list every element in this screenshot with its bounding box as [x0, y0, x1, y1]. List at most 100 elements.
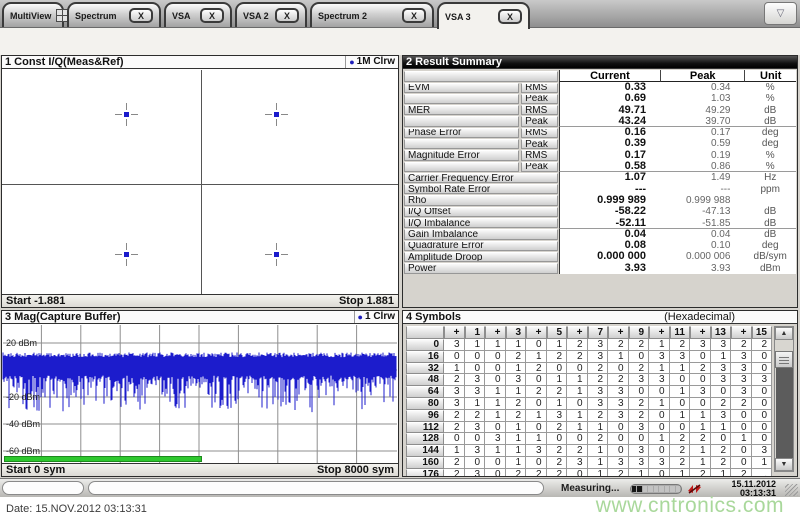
symbol-value-cell: 3: [608, 386, 629, 398]
symbol-value-cell: 0: [567, 362, 588, 375]
symbol-value-cell: 0: [731, 409, 752, 422]
symbol-value-cell: 3: [567, 456, 588, 469]
symbol-value-cell: 3: [710, 362, 731, 375]
param-sub-cell: Peak: [521, 116, 558, 127]
tab-overflow-button[interactable]: ▽: [764, 2, 797, 25]
symbol-value-cell: 0: [464, 456, 485, 469]
symbols-corner-cell: [406, 326, 444, 339]
symbols-row-64: 64 3 3 1 1 2 2 1 3 3 0 0 1 3 0 3 0: [406, 386, 772, 398]
param-sub-cell: RMS: [521, 150, 558, 161]
tab-label: VSA 3: [445, 11, 471, 22]
result-row-phase-error: Phase Error RMS 0.16 0.17 deg: [403, 126, 797, 139]
symbol-value-cell: 0: [485, 468, 506, 476]
symbol-value-cell: 1: [505, 433, 526, 446]
mag-graph[interactable]: 20 dBm -20 dBm -40 dBm -60 dBm: [2, 325, 398, 464]
tab-close-button[interactable]: X: [275, 8, 299, 23]
progress-segment: [653, 486, 659, 492]
trace-dot-icon: ●: [349, 56, 355, 67]
symbol-value-cell: 3: [464, 374, 485, 387]
result-summary-titlebar[interactable]: 2 Result Summary: [403, 56, 797, 69]
symbol-value-cell: 0: [546, 362, 567, 375]
symbol-value-cell: 0: [608, 433, 629, 446]
scrollbar-track[interactable]: [776, 368, 793, 458]
symbol-value-cell: 0: [731, 445, 752, 457]
symbols-row-32: 32 1 0 0 1 2 0 0 2 0 2 1 1 2 3 3 0: [406, 362, 772, 375]
symbols-table: +1 +3 +5 +7 +9 +11 +13 +15 0 3 1 1 1 0 1 2 3 2 2 1 2 3 3 2 2 16 0 0…: [406, 326, 772, 476]
scrollbar-up-button[interactable]: ▲: [775, 327, 793, 340]
symbol-value-cell: 1: [649, 362, 670, 375]
symbol-address-cell: 16: [406, 350, 444, 363]
progress-segment: [664, 486, 670, 492]
symbol-value-cell: 2: [546, 386, 567, 398]
symbol-value-cell: 1: [526, 409, 547, 422]
peak-value-cell: 0.86: [660, 161, 745, 173]
symbol-value-cell: 1: [567, 421, 588, 434]
result-row-evm: EVM RMS 0.33 0.34%: [403, 81, 797, 94]
unit-cell: %: [744, 149, 797, 162]
symbol-value-cell: 1: [587, 445, 608, 457]
peak-value-cell: 0.59: [660, 138, 745, 150]
symbol-value-cell: 3: [731, 386, 752, 398]
symbol-value-cell: 2: [444, 374, 465, 387]
symbol-value-cell: 3: [669, 350, 690, 363]
constellation-graph[interactable]: [2, 70, 398, 296]
symbol-value-cell: 2: [587, 409, 608, 422]
scrollbar-down-button[interactable]: ▼: [775, 458, 793, 471]
crosshair-icon: [131, 254, 139, 255]
result-summary-header-row: Current Peak Unit: [403, 70, 796, 82]
symbols-column-header: 11: [669, 326, 690, 339]
symbol-value-cell: 0: [751, 421, 772, 434]
param-name-cell: EVM: [404, 82, 520, 93]
tab-vsa[interactable]: VSA X: [164, 2, 232, 27]
symbol-value-cell: 0: [649, 409, 670, 422]
symbol-value-cell: 0: [608, 421, 629, 434]
symbol-address-cell: 160: [406, 456, 444, 469]
symbol-value-cell: 2: [628, 362, 649, 375]
constellation-point: [264, 102, 288, 126]
unit-cell: deg: [744, 138, 797, 150]
symbol-value-cell: 0: [444, 350, 465, 363]
symbol-value-cell: 3: [485, 433, 506, 446]
symbols-column-header: +: [526, 326, 547, 339]
mag-window-titlebar[interactable]: 3 Mag(Capture Buffer) ● 1 Clrw: [2, 311, 398, 324]
crosshair-icon: [275, 243, 277, 250]
crosshair-icon: [131, 113, 139, 115]
unit-cell: %: [744, 161, 797, 173]
symbols-scrollbar[interactable]: ▲ ▼: [774, 326, 794, 472]
scrollbar-thumb[interactable]: [775, 351, 793, 368]
symbol-value-cell: 3: [710, 374, 731, 387]
symbol-value-cell: 0: [567, 433, 588, 446]
tab-close-button[interactable]: X: [402, 8, 426, 23]
tab-close-button[interactable]: X: [200, 8, 224, 23]
tab-multiview[interactable]: MultiView: [2, 2, 70, 27]
result-row-sub: Peak 0.69 1.03%: [403, 92, 797, 105]
symbol-value-cell: 1: [670, 468, 690, 476]
symbol-value-cell: 1: [629, 468, 649, 476]
tab-spectrum[interactable]: Spectrum X: [67, 2, 161, 27]
symbols-titlebar[interactable]: 4 Symbols (Hexadecimal): [403, 311, 797, 324]
result-row-power: Power 3.93 3.93 dBm: [403, 262, 796, 275]
constellation-point: [115, 243, 139, 266]
symbol-value-cell: 1: [505, 445, 526, 457]
tab-close-button[interactable]: X: [129, 8, 153, 23]
symbol-value-cell: 0: [608, 445, 629, 457]
mag-window-title: 3 Mag(Capture Buffer): [5, 311, 121, 323]
tab-vsa-3[interactable]: VSA 3 X: [437, 2, 530, 29]
symbol-value-cell: 0: [751, 397, 772, 410]
peak-value-cell: -47.13: [660, 206, 745, 218]
symbols-hex-label: (Hexadecimal): [664, 311, 735, 323]
tab-spectrum-2[interactable]: Spectrum 2 X: [310, 2, 434, 27]
symbol-value-cell: 3: [444, 339, 465, 351]
symbol-value-cell: 1: [546, 374, 567, 387]
const-window-titlebar[interactable]: 1 Const I/Q(Meas&Ref) ● 1M Clrw: [2, 56, 398, 69]
progress-segment: [648, 486, 653, 492]
resize-grip-icon[interactable]: [785, 484, 798, 496]
result-row-sub: Peak 43.24 39.70 dB: [403, 115, 797, 128]
symbol-value-cell: 2: [710, 445, 731, 457]
tab-close-button[interactable]: X: [498, 9, 522, 24]
symbol-value-cell: 1: [485, 397, 506, 410]
symbol-value-cell: 3: [751, 374, 772, 387]
tab-vsa-2[interactable]: VSA 2 X: [235, 2, 307, 27]
symbols-row-128: 128 0 0 3 1 1 0 0 2 0 0 1 2 2 0 1 0: [406, 433, 772, 446]
symbol-value-cell: 3: [690, 339, 711, 351]
